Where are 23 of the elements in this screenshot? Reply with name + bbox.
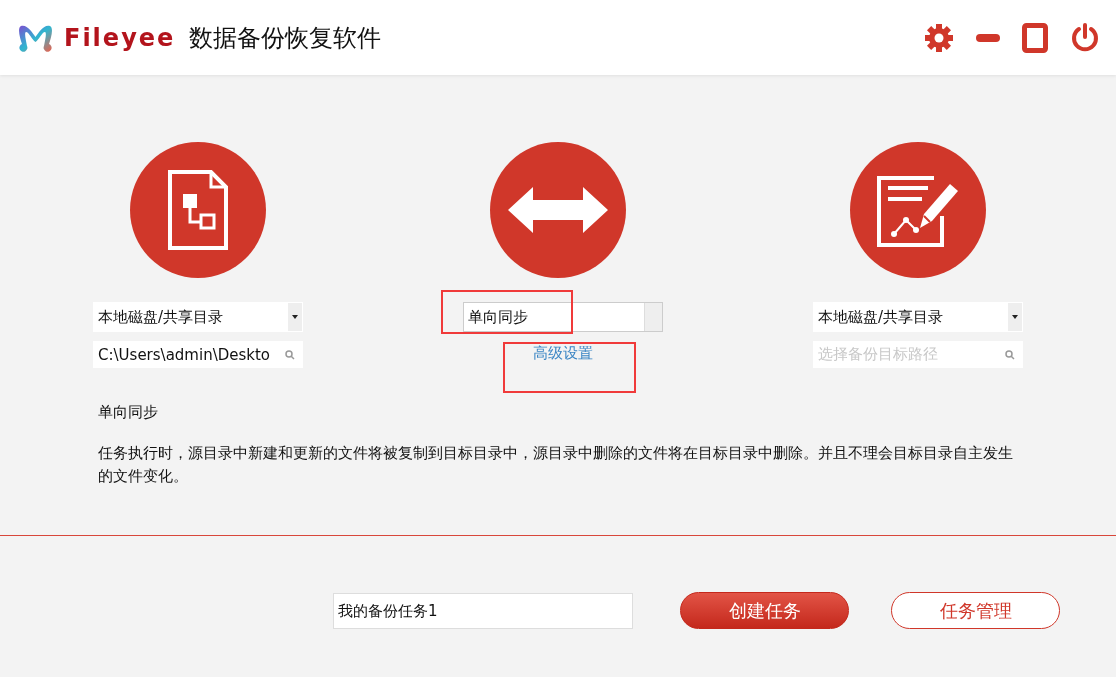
task-manager-button[interactable]: 任务管理 — [891, 592, 1060, 629]
description-title: 单向同步 — [98, 403, 159, 422]
power-icon[interactable] — [1070, 22, 1100, 53]
search-icon — [285, 349, 295, 360]
source-type-dropdown[interactable]: 本地磁盘/共享目录 — [93, 302, 303, 332]
target-type-dropdown[interactable]: 本地磁盘/共享目录 — [813, 302, 1023, 332]
settings-icon[interactable] — [924, 22, 954, 53]
create-task-button[interactable]: 创建任务 — [680, 592, 849, 629]
double-arrow-icon — [508, 185, 608, 235]
search-icon — [1005, 349, 1015, 360]
advanced-settings-link[interactable]: 高级设置 — [533, 344, 593, 363]
description-text: 任务执行时，源目录中新建和更新的文件将被复制到目标目录中，源目录中删除的文件将在目标目录中删除。并且不理会目标目录自主发生的文件变化。 — [98, 443, 1014, 487]
task-name-field[interactable]: 我的备份任务1 — [333, 592, 633, 629]
app-title: 数据备份恢复软件 — [189, 22, 382, 54]
source-path-field[interactable]: C:\Users\admin\Deskto — [93, 341, 303, 368]
logo-text: Fileyee — [64, 23, 176, 52]
caret-icon — [292, 315, 298, 319]
caret-icon — [1012, 315, 1018, 319]
file-icon — [167, 169, 229, 251]
logo-icon — [17, 23, 54, 52]
sync-mode-dropdown[interactable]: 单向同步 — [463, 302, 663, 332]
maximize-icon[interactable] — [1022, 22, 1048, 53]
minimize-icon[interactable] — [976, 33, 1000, 42]
